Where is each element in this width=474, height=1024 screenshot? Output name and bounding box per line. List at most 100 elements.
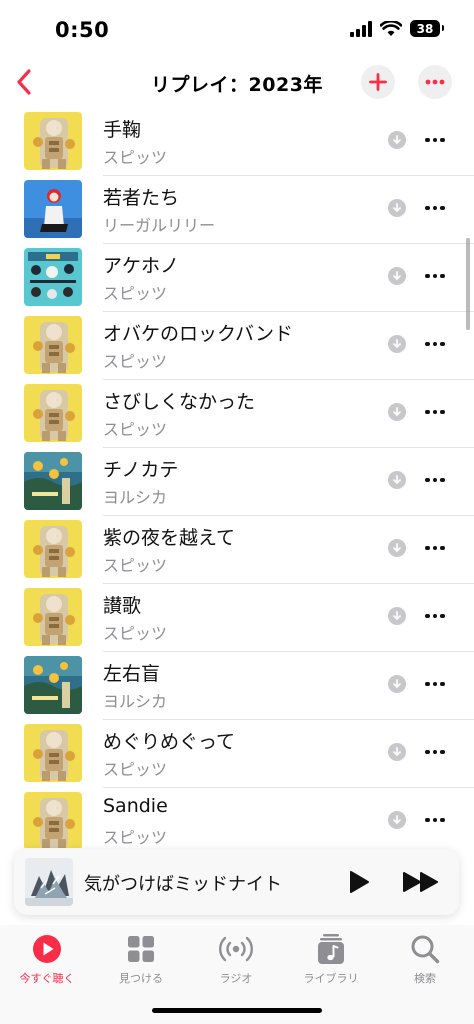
- song-row[interactable]: さびしくなかった スピッツ: [0, 380, 474, 448]
- song-more-button[interactable]: [420, 601, 450, 631]
- tab-search[interactable]: 検索: [385, 932, 465, 986]
- downloaded-icon: [388, 335, 406, 353]
- song-artist: スピッツ: [103, 624, 168, 643]
- downloaded-icon: [388, 267, 406, 285]
- song-title: Sandie: [103, 795, 168, 817]
- tab-radio[interactable]: ラジオ: [196, 932, 276, 986]
- tab-label: 今すぐ聴く: [19, 972, 75, 985]
- ellipsis-icon: [425, 79, 445, 85]
- song-artist: スピッツ: [103, 352, 168, 371]
- album-artwork: [24, 656, 82, 714]
- song-more-button[interactable]: [420, 465, 450, 495]
- play-button[interactable]: [344, 867, 374, 897]
- downloaded-icon: [388, 675, 406, 693]
- song-title: アケホノ: [103, 255, 180, 277]
- song-row[interactable]: 紫の夜を越えて スピッツ: [0, 516, 474, 584]
- battery-icon: 38: [410, 20, 444, 37]
- song-more-button[interactable]: [420, 533, 450, 563]
- song-title: 手鞠: [103, 119, 142, 141]
- song-row[interactable]: チノカテ ヨルシカ: [0, 448, 474, 516]
- status-time: 0:50: [55, 18, 110, 42]
- song-title: 紫の夜を越えて: [103, 527, 236, 549]
- plus-icon: [369, 73, 387, 91]
- tab-library[interactable]: ライブラリ: [291, 932, 371, 986]
- grid-icon: [128, 936, 154, 962]
- add-button[interactable]: [361, 65, 395, 99]
- song-title: さびしくなかった: [103, 391, 256, 413]
- fast-forward-icon: [403, 872, 438, 892]
- scroll-indicator[interactable]: [466, 238, 470, 330]
- mini-player[interactable]: 気がつけばミッドナイト: [14, 849, 459, 915]
- downloaded-icon: [388, 199, 406, 217]
- album-artwork: [24, 316, 82, 374]
- page-title: リプレイ：2023年: [151, 74, 323, 96]
- downloaded-icon: [388, 607, 406, 625]
- song-more-button[interactable]: [420, 737, 450, 767]
- song-row[interactable]: 讃歌 スピッツ: [0, 584, 474, 652]
- battery-level: 38: [416, 21, 434, 36]
- song-row[interactable]: アケホノ スピッツ: [0, 244, 474, 312]
- library-icon: [318, 934, 344, 964]
- song-title: めぐりめぐって: [103, 731, 236, 753]
- song-more-button[interactable]: [420, 805, 450, 835]
- song-title: オバケのロックバンド: [103, 323, 294, 345]
- song-row[interactable]: 左右盲 ヨルシカ: [0, 652, 474, 720]
- ellipsis-icon: [425, 341, 445, 347]
- song-artist: スピッツ: [103, 556, 168, 575]
- song-artist: スピッツ: [103, 284, 168, 303]
- tab-label: 検索: [414, 972, 436, 985]
- tab-label: ラジオ: [219, 972, 253, 985]
- ellipsis-icon: [425, 409, 445, 415]
- downloaded-icon: [388, 471, 406, 489]
- song-title: 若者たち: [103, 187, 180, 209]
- song-artist: ヨルシカ: [103, 692, 168, 711]
- song-row[interactable]: オバケのロックバンド スピッツ: [0, 312, 474, 380]
- song-artist: リーガルリリー: [103, 216, 216, 235]
- now-playing-title: 気がつけばミッドナイト: [84, 874, 282, 895]
- song-more-button[interactable]: [420, 397, 450, 427]
- ellipsis-icon: [425, 477, 445, 483]
- album-artwork: [24, 588, 82, 646]
- downloaded-icon: [388, 811, 406, 829]
- nav-header: リプレイ：2023年: [0, 58, 474, 108]
- song-more-button[interactable]: [420, 329, 450, 359]
- album-artwork: [24, 724, 82, 782]
- song-title: 左右盲: [103, 663, 161, 685]
- song-artist: スピッツ: [103, 420, 168, 439]
- tab-browse[interactable]: 見つける: [101, 932, 181, 986]
- song-title: 讃歌: [103, 595, 142, 617]
- song-row[interactable]: Sandie スピッツ: [0, 788, 474, 848]
- song-more-button[interactable]: [420, 261, 450, 291]
- album-artwork: [24, 384, 82, 442]
- more-options-button[interactable]: [418, 65, 452, 99]
- now-playing-artwork: [25, 858, 73, 906]
- downloaded-icon: [388, 743, 406, 761]
- album-artwork: [24, 452, 82, 510]
- ellipsis-icon: [425, 545, 445, 551]
- song-artist: スピッツ: [103, 828, 168, 847]
- song-row[interactable]: 若者たちリーガルリリー: [0, 176, 474, 244]
- downloaded-icon: [388, 403, 406, 421]
- song-row[interactable]: 手鞠 スピッツ: [0, 108, 474, 176]
- radio-icon: [219, 936, 253, 962]
- ellipsis-icon: [425, 817, 445, 823]
- status-bar: 0:50 38: [0, 0, 474, 60]
- song-more-button[interactable]: [420, 125, 450, 155]
- fast-forward-button[interactable]: [401, 867, 441, 897]
- ellipsis-icon: [425, 749, 445, 755]
- album-artwork: [24, 520, 82, 578]
- ellipsis-icon: [425, 137, 445, 143]
- tab-listen-now[interactable]: 今すぐ聴く: [7, 932, 87, 986]
- cellular-signal-icon: [350, 20, 372, 37]
- wifi-icon: [380, 20, 402, 36]
- song-row[interactable]: めぐりめぐって スピッツ: [0, 720, 474, 788]
- song-more-button[interactable]: [420, 669, 450, 699]
- song-more-button[interactable]: [420, 193, 450, 223]
- song-list: 手鞠 スピッツ 若者たち リーガルリリー アケホノ スピッツ オバケのロックバンド スピッツさ…: [0, 108, 474, 848]
- play-circle-icon: [33, 935, 61, 963]
- album-artwork: [24, 112, 82, 170]
- downloaded-icon: [388, 539, 406, 557]
- ellipsis-icon: [425, 681, 445, 687]
- downloaded-icon: [388, 131, 406, 149]
- play-icon: [350, 871, 369, 893]
